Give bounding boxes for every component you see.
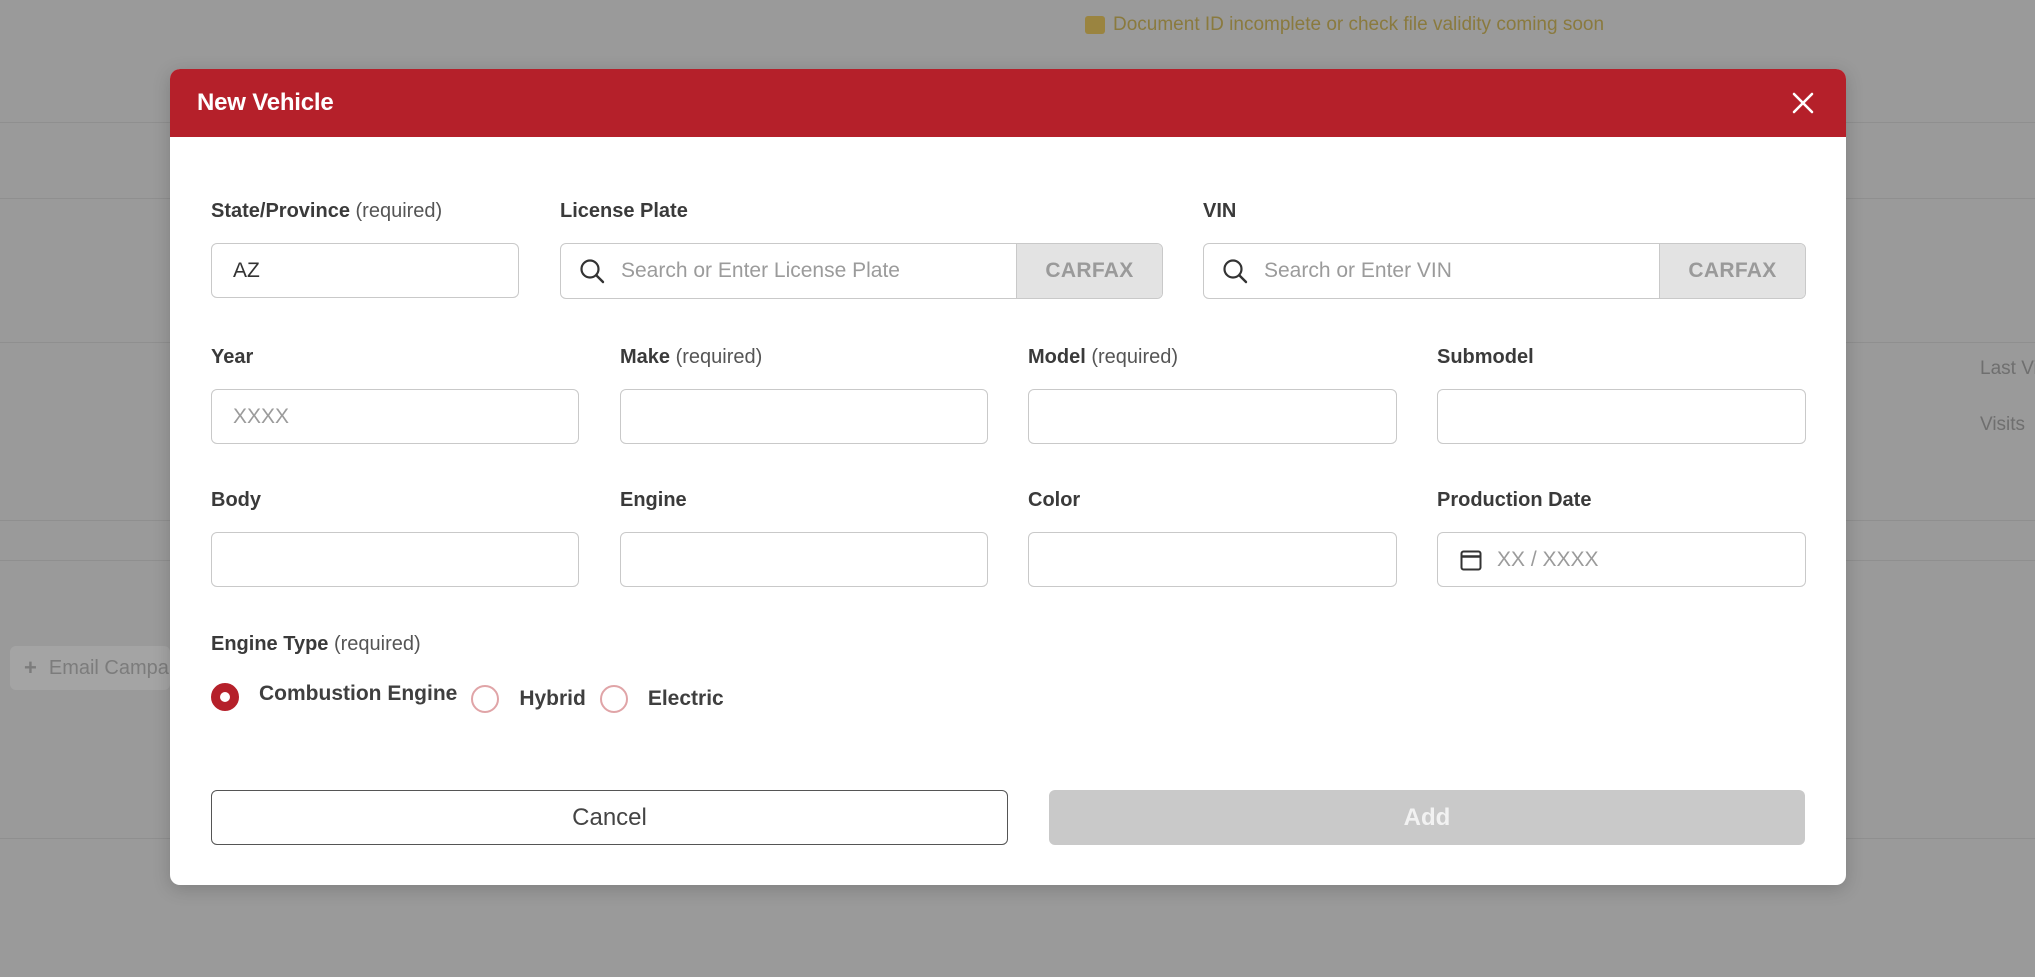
model-label: Model (required) (1028, 346, 1179, 368)
add-button[interactable]: Add (1049, 790, 1805, 845)
submodel-label: Submodel (1437, 346, 1534, 368)
license-plate-search: Search or Enter License Plate CARFAX (560, 243, 1163, 299)
color-label: Color (1028, 489, 1081, 511)
backdrop-warning-banner: Document ID incomplete or check file val… (1085, 12, 1715, 38)
color-field: Color (1028, 487, 1397, 588)
new-vehicle-modal: New Vehicle State/Province (required) AZ… (170, 69, 1846, 885)
radio-button[interactable] (599, 685, 628, 713)
license-plate-label: License Plate (560, 200, 688, 222)
engine-label: Engine (620, 489, 687, 511)
search-icon (1223, 259, 1248, 284)
year-placeholder: XXXX (233, 404, 290, 428)
state-value: AZ (233, 258, 260, 282)
close-icon (1792, 92, 1814, 114)
modal-body: State/Province (required) AZ License Pla… (170, 137, 1846, 885)
vin-placeholder: Search or Enter VIN (1264, 259, 1452, 282)
submodel-input[interactable] (1437, 389, 1806, 444)
modal-title: New Vehicle (197, 89, 334, 116)
engine-input[interactable] (620, 532, 988, 587)
model-input[interactable] (1028, 389, 1397, 444)
license-plate-input[interactable]: Search or Enter License Plate (561, 244, 1016, 298)
radio-electric[interactable]: Electric (599, 685, 724, 713)
license-plate-placeholder: Search or Enter License Plate (621, 259, 900, 282)
production-date-placeholder: XX / XXXX (1497, 547, 1599, 571)
engine-type-radio-group: Combustion Engine Hybrid Electric (211, 681, 724, 713)
banner-text: Document ID incomplete or check file val… (1113, 14, 1605, 35)
radio-label: Hybrid (519, 687, 586, 710)
vin-label: VIN (1203, 200, 1237, 222)
body-input[interactable] (211, 532, 579, 587)
radio-label: Combustion Engine (259, 682, 458, 705)
year-input[interactable]: XXXX (211, 389, 579, 444)
engine-type-label: Engine Type (required) (211, 633, 421, 655)
production-date-field: Production Date XX / XXXX (1437, 487, 1806, 588)
state-field: State/Province (required) AZ (211, 198, 519, 299)
body-field: Body (211, 487, 579, 588)
year-label: Year (211, 346, 254, 368)
engine-field: Engine (620, 487, 988, 588)
license-plate-carfax-button[interactable]: CARFAX (1016, 244, 1162, 298)
warning-icon (1085, 16, 1105, 34)
backdrop-side-text: Visits (1980, 414, 2026, 435)
year-field: Year XXXX (211, 344, 579, 445)
state-input[interactable]: AZ (211, 243, 519, 298)
cancel-button[interactable]: Cancel (211, 790, 1008, 845)
chip-label: Email Campaign (48, 656, 170, 679)
production-date-input[interactable]: XX / XXXX (1437, 532, 1806, 587)
radio-label: Electric (647, 687, 724, 710)
make-label: Make (required) (620, 346, 763, 368)
production-date-label: Production Date (1437, 489, 1592, 511)
backdrop-side-text: Last Vi (1980, 358, 2035, 379)
color-input[interactable] (1028, 532, 1397, 587)
body-label: Body (211, 489, 261, 511)
radio-combustion-engine[interactable]: Combustion Engine (211, 682, 458, 711)
make-input[interactable] (620, 389, 988, 444)
close-button[interactable] (1786, 86, 1820, 120)
plus-icon: + (24, 655, 37, 680)
radio-hybrid[interactable]: Hybrid (471, 685, 586, 713)
radio-button[interactable] (471, 685, 500, 713)
vin-carfax-button[interactable]: CARFAX (1659, 244, 1805, 298)
radio-button-selected[interactable] (211, 683, 239, 711)
submodel-field: Submodel (1437, 344, 1806, 445)
license-plate-field: License Plate Search or Enter License Pl… (560, 198, 1163, 299)
vin-search: Search or Enter VIN CARFAX (1203, 243, 1806, 299)
calendar-icon[interactable] (1459, 548, 1483, 572)
state-label: State/Province (required) (211, 200, 443, 222)
make-field: Make (required) (620, 344, 988, 445)
modal-header: New Vehicle (170, 69, 1846, 137)
model-field: Model (required) (1028, 344, 1397, 445)
vin-field: VIN Search or Enter VIN CARFAX (1203, 198, 1806, 299)
vin-input[interactable]: Search or Enter VIN (1204, 244, 1659, 298)
backdrop-chip: + Email Campaign (10, 646, 170, 690)
search-icon (580, 259, 605, 284)
